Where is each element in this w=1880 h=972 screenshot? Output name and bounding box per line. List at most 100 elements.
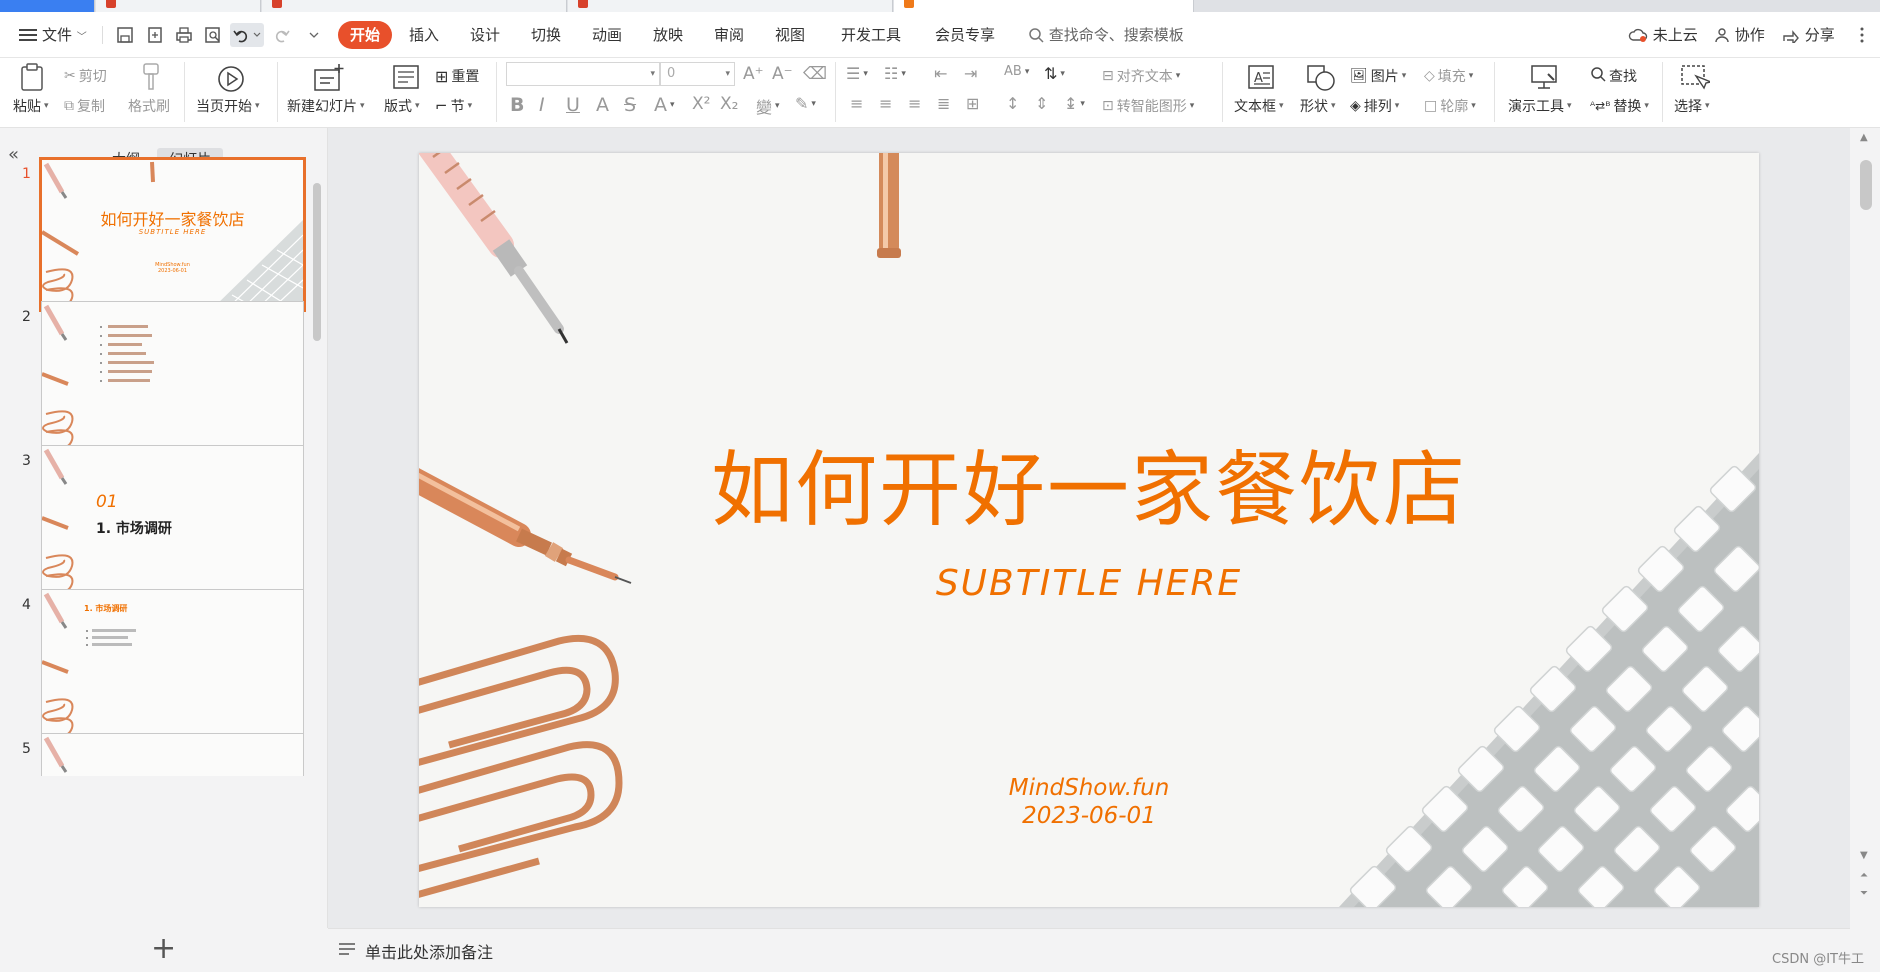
doc-tab[interactable]	[568, 0, 893, 12]
print-icon[interactable]	[172, 23, 196, 47]
scroll-down-icon[interactable]: ▼	[1860, 850, 1868, 861]
more-icon[interactable]	[1850, 23, 1874, 47]
tab-transition[interactable]: 切换	[531, 24, 561, 46]
hamburger-menu-icon[interactable]	[16, 23, 40, 47]
slide-date[interactable]: 2023-06-01	[419, 803, 1759, 829]
cut-button[interactable]: ✂ 剪切	[64, 66, 107, 86]
slide-thumbnail-3[interactable]: 01 1. 市场调研	[41, 445, 304, 596]
quick-access-dropdown-icon[interactable]	[302, 23, 326, 47]
bullet-list-icon[interactable]: ☰ ▾	[846, 64, 868, 83]
arrange-button[interactable]: ◈ 排列 ▾	[1350, 96, 1399, 116]
next-slide-icon[interactable]: ⏷	[1860, 888, 1868, 899]
presentation-tools-button[interactable]: 演示工具 ▾	[1508, 96, 1572, 116]
justify-icon[interactable]: ≣	[937, 94, 950, 113]
font-family-select[interactable]: ▾	[506, 62, 660, 86]
new-slide-icon[interactable]	[313, 62, 345, 96]
line-spacing-icon[interactable]: ↕	[1006, 94, 1019, 113]
copy-button[interactable]: ⧉ 复制	[64, 96, 105, 116]
presentation-tools-icon[interactable]	[1530, 64, 1560, 94]
text-direction-icon[interactable]: AB ▾	[1004, 64, 1029, 79]
fill-button[interactable]: ◇ 填充 ▾	[1424, 66, 1473, 86]
redo-icon[interactable]	[270, 23, 294, 47]
decrease-indent-icon[interactable]: ⇤	[934, 64, 947, 83]
undo-icon[interactable]	[230, 23, 264, 47]
slide-website[interactable]: MindShow.fun	[419, 775, 1759, 801]
doc-tab[interactable]	[96, 0, 261, 12]
file-menu[interactable]: 文件 ﹀	[42, 24, 87, 46]
canvas-vertical-scrollbar[interactable]: ▲ ▼ ⏶ ⏷	[1850, 128, 1880, 928]
scroll-up-icon[interactable]: ▲	[1860, 132, 1868, 143]
thumbnail-scrollbar[interactable]	[313, 183, 321, 341]
export-pdf-icon[interactable]	[143, 23, 167, 47]
shape-icon[interactable]	[1306, 64, 1336, 96]
tab-developer[interactable]: 开发工具	[841, 24, 901, 46]
align-center-icon[interactable]: ≡	[879, 94, 892, 113]
paste-button-icon[interactable]	[18, 62, 48, 96]
sort-icon[interactable]: ⇅ ▾	[1044, 64, 1065, 83]
font-color-icon[interactable]: A ▾	[654, 94, 675, 116]
find-button[interactable]: 查找	[1590, 66, 1637, 86]
current-slide[interactable]: 如何开好一家餐饮店 SUBTITLE HERE MindShow.fun 202…	[419, 153, 1759, 907]
notes-bar[interactable]: 单击此处添加备注	[328, 928, 1850, 972]
doc-tab[interactable]	[262, 0, 567, 12]
layout-icon[interactable]	[392, 64, 420, 94]
align-right-icon[interactable]: ≡	[908, 94, 921, 113]
format-painter-button[interactable]: 格式刷	[128, 96, 170, 116]
picture-button[interactable]: 🖼 图片 ▾	[1350, 66, 1406, 86]
align-left-icon[interactable]: ≡	[850, 94, 863, 113]
decrease-font-icon[interactable]: A⁻	[772, 64, 793, 84]
slide-thumbnail-2[interactable]	[41, 301, 304, 452]
spacing-options-icon[interactable]: ↨ ▾	[1064, 94, 1085, 113]
subscript-icon[interactable]: X₂	[720, 94, 738, 114]
paragraph-spacing-icon[interactable]: ⇕	[1035, 94, 1048, 113]
outline-button[interactable]: □ 轮廓 ▾	[1424, 96, 1476, 116]
command-search[interactable]: 查找命令、搜索模板	[1028, 24, 1184, 46]
numbered-list-icon[interactable]: ☷ ▾	[884, 64, 906, 83]
bold-icon[interactable]: B	[510, 94, 524, 116]
reset-button[interactable]: ⊞ 重置	[435, 66, 479, 86]
scroll-thumb[interactable]	[1860, 160, 1872, 210]
section-button[interactable]: ⌐ 节 ▾	[435, 96, 472, 116]
select-icon[interactable]	[1680, 64, 1714, 96]
cloud-status[interactable]: 未上云	[1628, 24, 1698, 46]
increase-font-icon[interactable]: A⁺	[743, 64, 764, 84]
save-icon[interactable]	[113, 23, 137, 47]
slide-subtitle[interactable]: SUBTITLE HERE	[419, 563, 1759, 604]
add-slide-icon[interactable]: +	[151, 934, 176, 964]
increase-indent-icon[interactable]: ⇥	[964, 64, 977, 83]
doc-tab-active[interactable]	[894, 0, 1194, 12]
underline-icon[interactable]: U	[566, 94, 580, 116]
layout-button[interactable]: 版式 ▾	[384, 96, 420, 116]
text-box-icon[interactable]: A	[1247, 64, 1275, 94]
format-painter-icon[interactable]	[139, 62, 163, 96]
new-slide-button[interactable]: 新建幻灯片 ▾	[287, 96, 365, 116]
tab-member[interactable]: 会员专享	[935, 24, 995, 46]
slide-thumbnail-5[interactable]	[41, 733, 304, 776]
font-size-select[interactable]: 0 ▾	[660, 62, 735, 86]
print-preview-icon[interactable]	[201, 23, 225, 47]
tab-slideshow[interactable]: 放映	[653, 24, 683, 46]
share-button[interactable]: 分享	[1782, 24, 1835, 46]
tab-insert[interactable]: 插入	[409, 24, 439, 46]
phonetic-guide-icon[interactable]: 變 ▾	[756, 94, 780, 118]
slide-thumbnail-1[interactable]: 如何开好一家餐饮店 SUBTITLE HERE MindShow.fun 202…	[39, 157, 306, 312]
paste-button[interactable]: 粘贴 ▾	[13, 96, 49, 116]
italic-icon[interactable]: I	[539, 94, 545, 116]
tab-view[interactable]: 视图	[775, 24, 805, 46]
highlight-icon[interactable]: ✎ ▾	[795, 94, 816, 113]
strikethrough-icon[interactable]: S	[624, 94, 636, 116]
superscript-icon[interactable]: X²	[692, 94, 710, 114]
previous-slide-icon[interactable]: ⏶	[1860, 870, 1868, 881]
text-box-button[interactable]: 文本框 ▾	[1234, 96, 1284, 116]
text-effect-icon[interactable]: A	[596, 94, 609, 116]
collapse-panel-icon[interactable]: «	[8, 144, 19, 165]
shape-button[interactable]: 形状 ▾	[1300, 96, 1336, 116]
tab-design[interactable]: 设计	[470, 24, 500, 46]
collaborate-button[interactable]: 协作	[1714, 24, 1765, 46]
align-text-button[interactable]: ⊟ 对齐文本 ▾	[1102, 66, 1180, 86]
select-button[interactable]: 选择 ▾	[1674, 96, 1710, 116]
play-circle-icon[interactable]	[216, 64, 246, 98]
smart-shape-button[interactable]: ⊡ 转智能图形 ▾	[1102, 96, 1194, 116]
distribute-icon[interactable]: ⊞	[966, 94, 979, 113]
tab-home[interactable]: 开始	[338, 21, 393, 49]
